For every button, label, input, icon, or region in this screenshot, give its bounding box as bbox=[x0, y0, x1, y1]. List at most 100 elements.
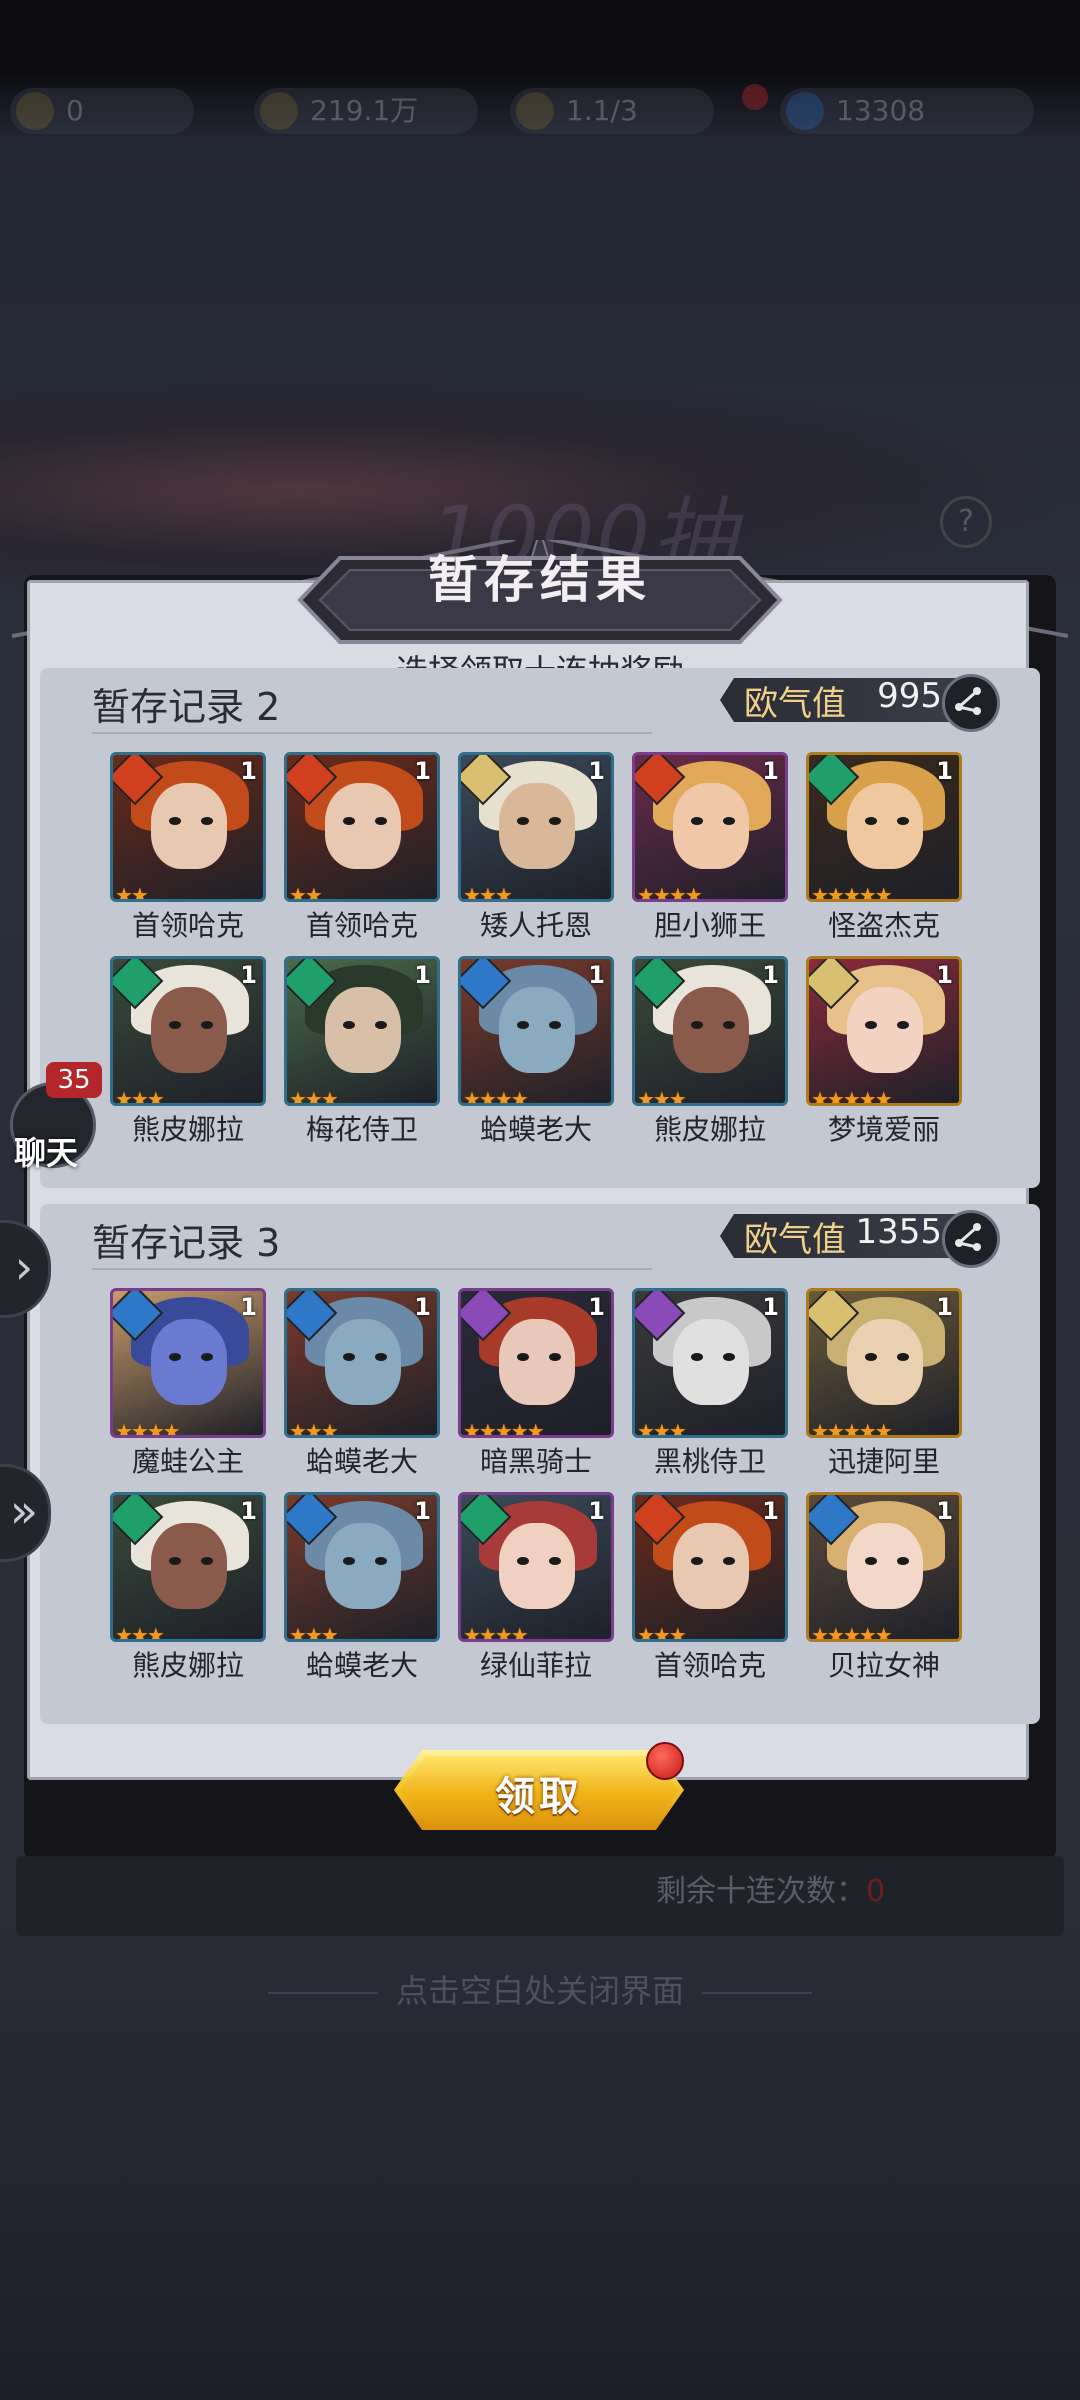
portrait-eye bbox=[169, 1021, 181, 1029]
portrait-eye bbox=[897, 1353, 909, 1361]
claim-label: 领取 bbox=[495, 1773, 583, 1820]
luck-value-badge: 欧气值 995 bbox=[700, 674, 1000, 732]
portrait-eye bbox=[723, 817, 735, 825]
hero-name: 矮人托恩 bbox=[479, 909, 592, 942]
star-rating-icon: ★★★ bbox=[289, 1623, 339, 1642]
hero-portrait: 1 ★★★★★ bbox=[806, 956, 962, 1106]
portrait-eye bbox=[865, 1353, 877, 1361]
portrait-eye bbox=[865, 1557, 877, 1565]
hero-slot[interactable]: 1 ★★★★★ 暗黑骑士 bbox=[458, 1288, 618, 1488]
hero-slot[interactable]: 1 ★★★★ 魔蛙公主 bbox=[110, 1288, 270, 1488]
star-rating-icon: ★★★ bbox=[637, 1087, 687, 1106]
hero-slot[interactable]: 1 ★★★ 矮人托恩 bbox=[458, 752, 618, 952]
portrait-eye bbox=[723, 1021, 735, 1029]
hero-slot[interactable]: 1 ★★★ 梅花侍卫 bbox=[284, 956, 444, 1156]
portrait-eye bbox=[549, 817, 561, 825]
remaining-pulls: 剩余十连次数：0 bbox=[656, 1866, 885, 1910]
hero-slot[interactable]: 1 ★★★★★ 贝拉女神 bbox=[806, 1492, 966, 1692]
hero-slot[interactable]: 1 ★★★ 蛤蟆老大 bbox=[284, 1288, 444, 1488]
record-header: 暂存记录 3 欧气值 1355 bbox=[40, 1204, 1040, 1272]
portrait-eye bbox=[691, 1353, 703, 1361]
portrait-eye bbox=[375, 1353, 387, 1361]
record-card-3: 暂存记录 3 欧气值 1355 1 ★★★★ 魔蛙公主 1 ★★★ 蛤蟆老大 1 ★★★★★ 暗… bbox=[40, 1204, 1040, 1724]
portrait-face bbox=[847, 1319, 923, 1405]
hero-slot[interactable]: 1 ★★★★★ 怪盗杰克 bbox=[806, 752, 966, 952]
hero-portrait: 1 ★★★ bbox=[458, 752, 614, 902]
share-icon[interactable] bbox=[942, 1210, 1000, 1268]
luck-value-badge: 欧气值 1355 bbox=[700, 1210, 1000, 1268]
claim-notification-dot bbox=[646, 1742, 684, 1780]
hero-portrait: 1 ★★★ bbox=[110, 956, 266, 1106]
portrait-face bbox=[499, 1319, 575, 1405]
hero-portrait: 1 ★★ bbox=[284, 752, 440, 902]
hero-slot[interactable]: 1 ★★★★★ 梦境爱丽 bbox=[806, 956, 966, 1156]
portrait-face bbox=[499, 783, 575, 869]
hero-count: 1 bbox=[240, 961, 257, 989]
chat-label: 聊天 bbox=[14, 1134, 79, 1172]
hero-name: 胆小狮王 bbox=[653, 909, 766, 942]
star-rating-icon: ★★★★ bbox=[115, 1419, 181, 1438]
hero-slot[interactable]: 1 ★★★★ 胆小狮王 bbox=[632, 752, 792, 952]
hero-slot[interactable]: 1 ★★★★ 蛤蟆老大 bbox=[458, 956, 618, 1156]
hero-slot[interactable]: 1 ★★★ 熊皮娜拉 bbox=[110, 956, 270, 1156]
hero-name: 梦境爱丽 bbox=[827, 1113, 940, 1146]
hero-slot[interactable]: 1 ★★ 首领哈克 bbox=[284, 752, 444, 952]
hero-portrait: 1 ★★★★★ bbox=[806, 1492, 962, 1642]
hero-count: 1 bbox=[414, 1293, 431, 1321]
hero-slot[interactable]: 1 ★★★ 蛤蟆老大 bbox=[284, 1492, 444, 1692]
chat-button[interactable]: 35 聊天 bbox=[6, 1062, 102, 1172]
hero-name: 熊皮娜拉 bbox=[653, 1113, 766, 1146]
portrait-eye bbox=[201, 817, 213, 825]
star-rating-icon: ★★★★ bbox=[637, 883, 703, 902]
hero-portrait: 1 ★★★★★ bbox=[458, 1288, 614, 1438]
hero-name: 梅花侍卫 bbox=[305, 1113, 418, 1146]
portrait-eye bbox=[375, 1021, 387, 1029]
share-icon[interactable] bbox=[942, 674, 1000, 732]
hero-count: 1 bbox=[588, 961, 605, 989]
bottom-strip bbox=[16, 1856, 1064, 1936]
close-hint[interactable]: 点击空白处关闭界面 bbox=[0, 1966, 1080, 2012]
portrait-face bbox=[499, 987, 575, 1073]
luck-value: 995 bbox=[877, 676, 942, 716]
power-icon bbox=[260, 92, 298, 130]
portrait-eye bbox=[549, 1021, 561, 1029]
hero-name: 黑桃侍卫 bbox=[653, 1445, 766, 1478]
star-rating-icon: ★★★ bbox=[115, 1087, 165, 1106]
star-rating-icon: ★★★★★ bbox=[811, 1419, 893, 1438]
hero-slot[interactable]: 1 ★★★ 黑桃侍卫 bbox=[632, 1288, 792, 1488]
hero-name: 蛤蟆老大 bbox=[305, 1649, 418, 1682]
portrait-eye bbox=[691, 1021, 703, 1029]
hero-portrait: 1 ★★★★ bbox=[458, 1492, 614, 1642]
hero-slot[interactable]: 1 ★★ 首领哈克 bbox=[110, 752, 270, 952]
record-title-underline bbox=[92, 1268, 652, 1270]
hero-count: 1 bbox=[762, 1293, 779, 1321]
hero-count: 1 bbox=[414, 961, 431, 989]
portrait-eye bbox=[517, 1353, 529, 1361]
hero-slot[interactable]: 1 ★★★ 熊皮娜拉 bbox=[110, 1492, 270, 1692]
portrait-eye bbox=[375, 1557, 387, 1565]
star-rating-icon: ★★★ bbox=[289, 1087, 339, 1106]
portrait-face bbox=[325, 1523, 401, 1609]
hero-count: 1 bbox=[588, 1293, 605, 1321]
hero-name: 蛤蟆老大 bbox=[479, 1113, 592, 1146]
portrait-face bbox=[151, 987, 227, 1073]
hero-slot[interactable]: 1 ★★★★ 绿仙菲拉 bbox=[458, 1492, 618, 1692]
claim-button[interactable]: 领取 bbox=[394, 1750, 684, 1830]
hero-portrait: 1 ★★★ bbox=[284, 1288, 440, 1438]
portrait-eye bbox=[343, 1557, 355, 1565]
hero-count: 1 bbox=[762, 961, 779, 989]
hero-count: 1 bbox=[762, 1497, 779, 1525]
hero-portrait: 1 ★★★★★ bbox=[806, 752, 962, 902]
hero-portrait: 1 ★★★★ bbox=[458, 956, 614, 1106]
notification-dot bbox=[742, 84, 768, 110]
share-glyph bbox=[955, 1223, 981, 1251]
hero-count: 1 bbox=[240, 1293, 257, 1321]
hero-portrait: 1 ★★★ bbox=[284, 956, 440, 1106]
hero-slot[interactable]: 1 ★★★ 熊皮娜拉 bbox=[632, 956, 792, 1156]
hero-slot[interactable]: 1 ★★★★★ 迅捷阿里 bbox=[806, 1288, 966, 1488]
hero-slot[interactable]: 1 ★★★ 首领哈克 bbox=[632, 1492, 792, 1692]
share-glyph bbox=[955, 687, 981, 715]
star-rating-icon: ★★★ bbox=[637, 1419, 687, 1438]
portrait-face bbox=[673, 1319, 749, 1405]
portrait-eye bbox=[691, 1557, 703, 1565]
